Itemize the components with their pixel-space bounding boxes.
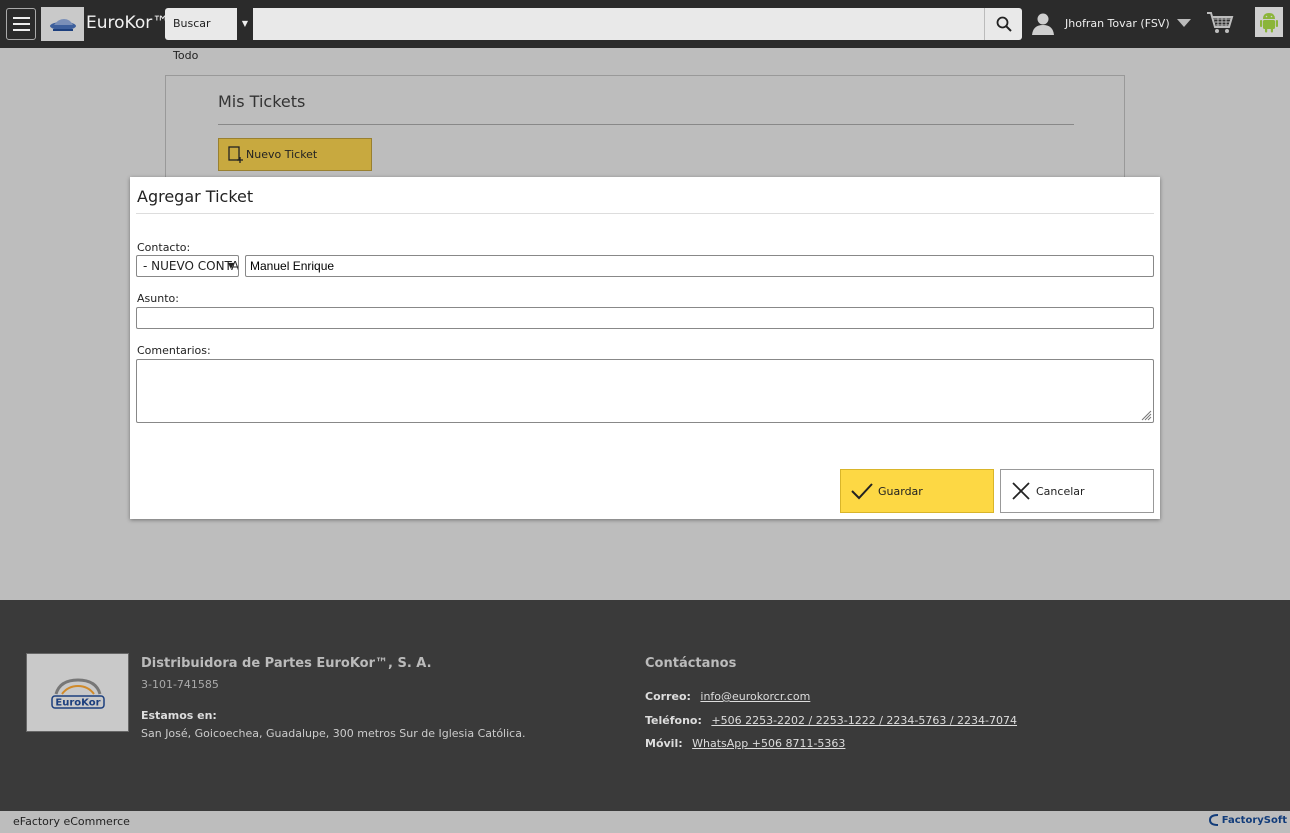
efactory-label: eFactory eCommerce <box>13 815 130 828</box>
new-ticket-label: Nuevo Ticket <box>246 148 318 161</box>
menu-line <box>12 23 30 25</box>
menu-line <box>12 17 30 19</box>
contact-title: Contáctanos <box>645 656 737 671</box>
phone-link[interactable]: +506 2253-2202 / 2253-1222 / 2234-5763 /… <box>711 714 1017 727</box>
add-ticket-dialog: Agregar Ticket Contacto: - NUEVO CONTACT… <box>130 177 1160 519</box>
mobile-label: Móvil: <box>645 737 683 750</box>
company-name: Distribuidora de Partes EuroKor™, S. A. <box>141 656 432 671</box>
comments-textarea[interactable] <box>136 359 1154 423</box>
new-ticket-button[interactable]: Nuevo Ticket <box>218 138 372 171</box>
cancel-label: Cancelar <box>1036 484 1085 498</box>
company-id: 3-101-741585 <box>141 678 219 691</box>
footer-logo: EuroKor <box>26 653 129 732</box>
comments-label: Comentarios: <box>137 344 211 357</box>
save-label: Guardar <box>878 484 923 498</box>
phone-label: Teléfono: <box>645 714 702 727</box>
android-icon <box>1260 13 1278 33</box>
search-button[interactable] <box>984 8 1022 40</box>
factorysoft-icon <box>1208 814 1218 826</box>
chevron-down-icon[interactable]: ▼ <box>237 8 253 40</box>
brand-logo[interactable] <box>41 7 84 41</box>
divider <box>136 213 1154 214</box>
top-navbar: EuroKor™ Buscar Todo ▼ Jhofran Tovar (FS… <box>0 0 1290 62</box>
hamburger-menu-button[interactable] <box>6 8 36 40</box>
user-menu-caret-icon[interactable] <box>1177 19 1191 27</box>
whatsapp-link[interactable]: WhatsApp +506 8711-5363 <box>692 737 845 750</box>
footer: EuroKor Distribuidora de Partes EuroKor™… <box>0 600 1290 811</box>
factorysoft-logo[interactable]: FactorySoft <box>1208 813 1287 827</box>
brand-name[interactable]: EuroKor™ <box>86 13 169 33</box>
divider <box>218 124 1074 125</box>
subject-field[interactable] <box>136 307 1154 329</box>
close-icon <box>1012 482 1030 500</box>
phone-row: Teléfono: +506 2253-2202 / 2253-1222 / 2… <box>645 714 1017 727</box>
email-row: Correo: info@eurokorcr.com <box>645 690 810 703</box>
user-name[interactable]: Jhofran Tovar (FSV) <box>1065 17 1170 30</box>
email-label: Correo: <box>645 690 691 703</box>
cancel-button[interactable]: Cancelar <box>1000 469 1154 513</box>
bottom-bar: eFactory eCommerce FactorySoft <box>0 811 1290 833</box>
eurokor-logo-icon: EuroKor <box>50 677 105 709</box>
chevron-down-icon: ▼ <box>227 261 234 270</box>
car-logo-icon <box>49 19 76 31</box>
logo-text: EuroKor <box>55 697 100 708</box>
subject-label: Asunto: <box>137 292 179 305</box>
save-button[interactable]: Guardar <box>840 469 994 513</box>
email-link[interactable]: info@eurokorcr.com <box>700 690 810 703</box>
android-app-button[interactable] <box>1255 7 1283 37</box>
location-text: San José, Goicoechea, Guadalupe, 300 met… <box>141 727 526 740</box>
location-label: Estamos en: <box>141 709 217 722</box>
menu-line <box>12 29 30 31</box>
tickets-panel: Mis Tickets Nuevo Ticket <box>165 75 1125 185</box>
contact-label: Contacto: <box>137 241 191 254</box>
factorysoft-text: FactorySoft <box>1221 814 1287 826</box>
search-icon <box>996 16 1012 32</box>
search-category-select[interactable]: Buscar Todo <box>165 8 237 62</box>
search-bar: Buscar Todo ▼ <box>165 8 1022 62</box>
contact-select[interactable]: - NUEVO CONTACTO - ▼ <box>136 255 239 277</box>
contact-select-value: - NUEVO CONTACTO - <box>143 259 239 273</box>
page-title: Mis Tickets <box>218 92 306 111</box>
checkmark-icon <box>851 483 873 500</box>
resize-grip-icon[interactable] <box>1140 409 1152 421</box>
dialog-title: Agregar Ticket <box>137 187 254 206</box>
new-document-icon <box>228 146 243 163</box>
search-input[interactable] <box>253 8 982 40</box>
mobile-row: Móvil: WhatsApp +506 8711-5363 <box>645 737 845 750</box>
contact-name-field[interactable] <box>245 255 1154 277</box>
shopping-cart-icon[interactable] <box>1206 10 1234 36</box>
user-icon[interactable] <box>1031 11 1055 35</box>
